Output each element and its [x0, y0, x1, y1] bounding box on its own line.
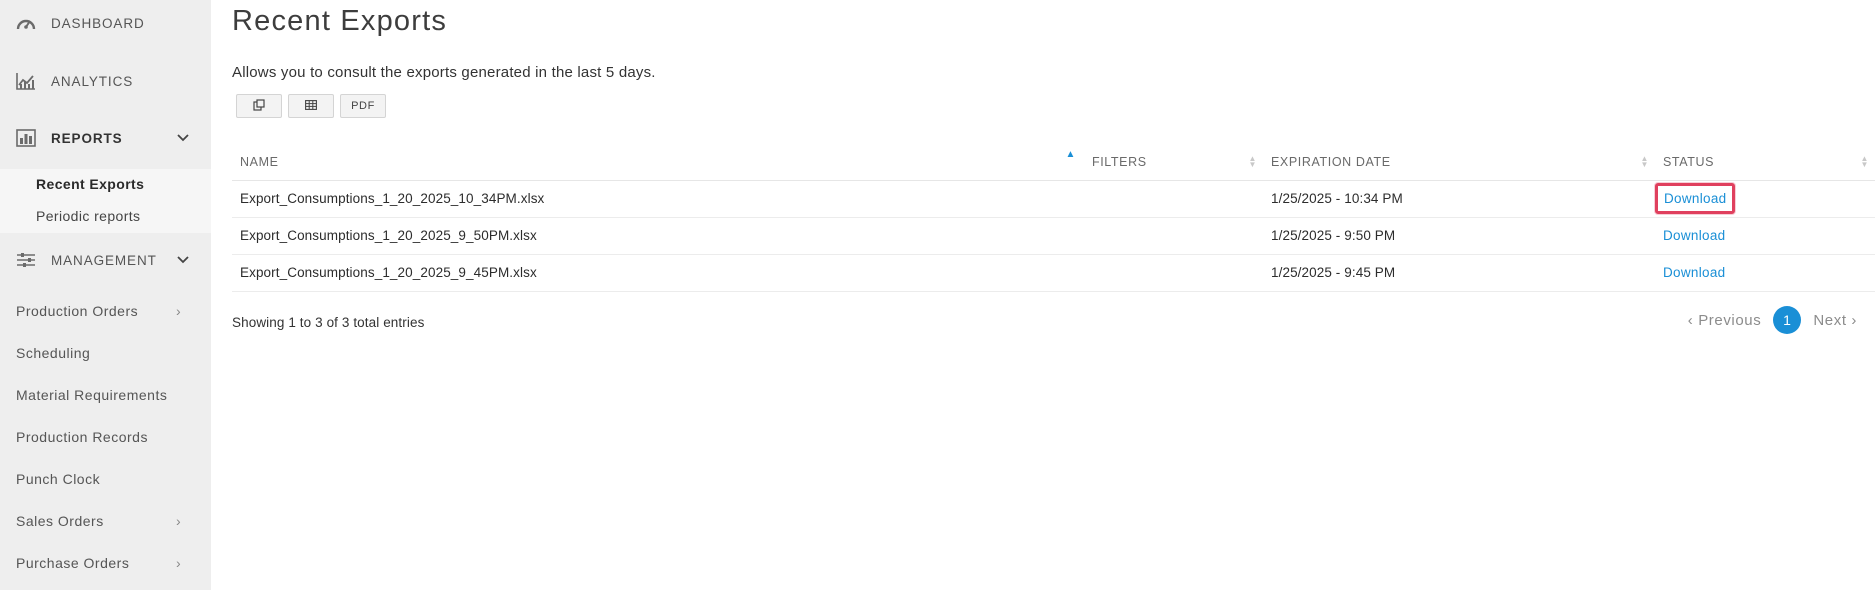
main-content: Recent Exports Allows you to consult the…: [211, 0, 1875, 590]
sidebar-section-dashboard[interactable]: DASHBOARD: [0, 6, 211, 40]
sidebar-item-scheduling[interactable]: Scheduling: [0, 332, 211, 374]
download-link[interactable]: Download: [1663, 228, 1725, 243]
column-header-label: STATUS: [1663, 154, 1715, 169]
page-title: Recent Exports: [232, 5, 448, 37]
cell-status: Download: [1655, 254, 1875, 292]
exports-table: NAME ▲ FILTERS ▲ ▼ EXPIRATION DATE ▲ ▼ STA…: [232, 144, 1875, 292]
highlight-box: Download: [1655, 183, 1736, 214]
chevron-down-icon: [177, 131, 189, 145]
copy-button[interactable]: [236, 94, 282, 118]
sliders-icon: [15, 249, 37, 271]
cell-status: Download: [1655, 180, 1875, 218]
pagination: ‹ Previous 1 Next ›: [1688, 306, 1857, 334]
download-link[interactable]: Download: [1663, 265, 1725, 280]
table-icon: [305, 99, 317, 113]
cell-status: Download: [1655, 217, 1875, 255]
bar-chart-icon: [15, 127, 37, 149]
column-header-label: EXPIRATION DATE: [1271, 154, 1391, 169]
sidebar-section-reports[interactable]: REPORTS: [0, 121, 211, 155]
sidebar-item-label: Recent Exports: [36, 176, 145, 192]
cell-filters: [1084, 180, 1263, 218]
table-header-row: NAME ▲ FILTERS ▲ ▼ EXPIRATION DATE ▲ ▼ STA…: [232, 144, 1875, 181]
sidebar-item-purchase-orders[interactable]: Purchase Orders ›: [0, 542, 211, 584]
sidebar-item-label: Periodic reports: [36, 208, 141, 224]
sidebar-item-label: Sales Orders: [16, 513, 104, 529]
table-row: Export_Consumptions_1_20_2025_9_45PM.xls…: [232, 254, 1875, 292]
chevron-right-icon: ›: [176, 303, 181, 319]
column-header-filters[interactable]: FILTERS ▲ ▼: [1084, 144, 1263, 181]
sidebar-section-analytics[interactable]: ANALYTICS: [0, 64, 211, 98]
sidebar-item-label: Production Orders: [16, 303, 139, 319]
chevron-right-icon: ›: [176, 555, 181, 571]
sort-icon: ▲ ▼: [1860, 154, 1869, 169]
sidebar-section-management[interactable]: MANAGEMENT: [0, 243, 211, 277]
cell-filters: [1084, 217, 1263, 255]
sidebar-item-production-records[interactable]: Production Records: [0, 416, 211, 458]
column-header-label: NAME: [240, 154, 279, 169]
cell-expiration: 1/25/2025 - 9:45 PM: [1263, 254, 1655, 292]
table-row: Export_Consumptions_1_20_2025_10_34PM.xl…: [232, 180, 1875, 218]
sidebar-section-label: DASHBOARD: [51, 15, 145, 31]
cell-name: Export_Consumptions_1_20_2025_9_45PM.xls…: [232, 254, 1084, 292]
sidebar-section-label: MANAGEMENT: [51, 252, 157, 268]
sidebar-section-label: REPORTS: [51, 130, 123, 146]
next-label: Next: [1813, 311, 1847, 329]
export-toolbar: PDF: [236, 94, 386, 118]
sort-icon: ▲ ▼: [1640, 154, 1649, 169]
column-header-expiration[interactable]: EXPIRATION DATE ▲ ▼: [1263, 144, 1655, 181]
cell-expiration: 1/25/2025 - 10:34 PM: [1263, 180, 1655, 218]
cell-name: Export_Consumptions_1_20_2025_9_50PM.xls…: [232, 217, 1084, 255]
cell-filters: [1084, 254, 1263, 292]
speedometer-icon: [15, 12, 37, 34]
sidebar-item-label: Punch Clock: [16, 471, 101, 487]
chevron-left-icon: ‹: [1687, 311, 1694, 329]
sidebar-item-label: Purchase Orders: [16, 555, 130, 571]
sidebar-item-label: Production Records: [16, 429, 148, 445]
sidebar-item-sales-orders[interactable]: Sales Orders ›: [0, 500, 211, 542]
table-row: Export_Consumptions_1_20_2025_9_50PM.xls…: [232, 217, 1875, 255]
sort-icon: ▲ ▼: [1248, 154, 1257, 169]
column-header-name[interactable]: NAME ▲: [232, 144, 1084, 181]
chevron-right-icon: ›: [176, 513, 181, 529]
next-page-button[interactable]: Next ›: [1813, 312, 1857, 329]
chevron-right-icon: ›: [1851, 311, 1857, 329]
sidebar-item-label: Scheduling: [16, 345, 91, 361]
sidebar: DASHBOARD ANALYTICS REPORTS Recent Expor…: [0, 0, 211, 590]
line-chart-icon: [15, 70, 37, 92]
chevron-down-icon: [177, 253, 189, 267]
column-header-label: FILTERS: [1092, 154, 1147, 169]
sort-ascending-icon: ▲: [1065, 149, 1076, 160]
sidebar-item-punch-clock[interactable]: Punch Clock: [0, 458, 211, 500]
current-page-button[interactable]: 1: [1773, 306, 1802, 334]
sidebar-item-periodic-reports[interactable]: Periodic reports: [0, 201, 211, 233]
cell-expiration: 1/25/2025 - 9:50 PM: [1263, 217, 1655, 255]
cell-name: Export_Consumptions_1_20_2025_10_34PM.xl…: [232, 180, 1084, 218]
pdf-button[interactable]: PDF: [340, 94, 386, 118]
sidebar-item-recent-exports[interactable]: Recent Exports: [0, 169, 211, 201]
sidebar-item-material-requirements[interactable]: Material Requirements: [0, 374, 211, 416]
previous-page-button[interactable]: ‹ Previous: [1688, 312, 1762, 329]
sidebar-item-label: Material Requirements: [16, 387, 168, 403]
previous-label: Previous: [1698, 311, 1762, 329]
download-link[interactable]: Download: [1664, 191, 1726, 206]
sidebar-section-label: ANALYTICS: [51, 73, 134, 89]
sidebar-item-production-orders[interactable]: Production Orders ›: [0, 290, 211, 332]
page-subtitle: Allows you to consult the exports genera…: [232, 64, 656, 81]
excel-button[interactable]: [288, 94, 334, 118]
column-header-status[interactable]: STATUS ▲ ▼: [1655, 144, 1875, 181]
entries-info: Showing 1 to 3 of 3 total entries: [232, 315, 425, 330]
copy-icon: [253, 98, 265, 114]
